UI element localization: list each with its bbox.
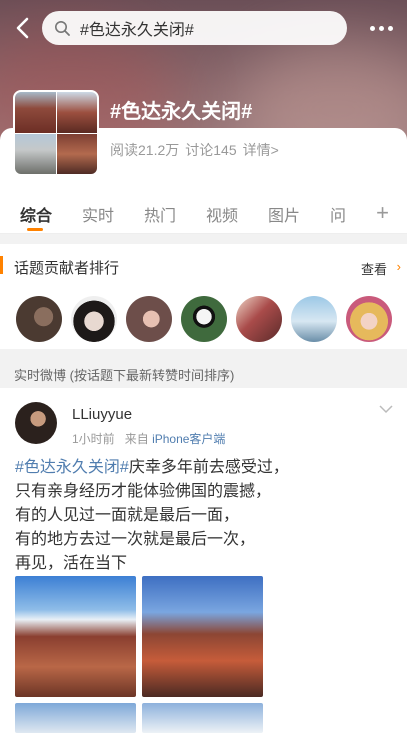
topic-stats: 阅读21.2万 讨论145 详情> (110, 140, 279, 160)
post-images (15, 576, 263, 733)
tab-realtime[interactable]: 实时 (82, 202, 114, 226)
detail-link[interactable]: 详情> (243, 140, 279, 160)
cover-tile (56, 133, 97, 174)
cover-tile (15, 92, 56, 133)
cover-tile (15, 133, 56, 174)
post-text: #色达永久关闭#庆幸多年前去感受过， 只有亲身经历才能体验佛国的震撼， 有的人见… (15, 456, 395, 576)
discussion-count: 讨论145 (185, 142, 237, 158)
post-hashtag[interactable]: #色达永久关闭# (15, 459, 129, 476)
search-text: #色达永久关闭# (80, 22, 194, 39)
cover-tile (56, 92, 97, 133)
post-line: 庆幸多年前去感受过， (128, 459, 289, 476)
post-line: 再见，活在当下 (15, 555, 128, 572)
read-count: 阅读21.2万 (110, 142, 180, 158)
search-bar[interactable]: #色达永久关闭# (42, 11, 347, 45)
topic-cover-image (13, 90, 99, 176)
post-time: 1小时前 (72, 432, 115, 446)
post-line: 有的人见过一面就是最后一面， (15, 507, 240, 524)
tab-pictures[interactable]: 图片 (268, 202, 300, 226)
contributor-avatar[interactable] (181, 296, 227, 342)
realtime-weibo-header: 实时微博 (按话题下最新转赞时间排序) (0, 357, 407, 387)
active-tab-indicator (27, 228, 43, 231)
add-tab-icon[interactable]: + (376, 200, 389, 226)
post-line: 有的地方去过一次就是最后一次， (15, 531, 256, 548)
contributor-section-title: 话题贡献者排行 (14, 260, 120, 277)
tab-questions[interactable]: 问 (330, 202, 346, 226)
tab-video[interactable]: 视频 (206, 202, 238, 226)
contributor-avatar[interactable] (346, 296, 392, 342)
contributor-avatar[interactable] (236, 296, 282, 342)
view-all-link[interactable]: 查看 (361, 259, 387, 278)
post-image[interactable] (142, 703, 263, 733)
chevron-down-icon[interactable] (379, 402, 393, 416)
contributor-avatars (16, 296, 392, 342)
post-source[interactable]: iPhone客户端 (152, 432, 225, 446)
tab-hot[interactable]: 热门 (144, 202, 176, 226)
contributor-ranking: 话题贡献者排行 查看 › (0, 244, 407, 349)
more-menu-icon[interactable] (370, 26, 393, 31)
post-from-prefix: 来自 (124, 432, 149, 446)
chevron-right-icon[interactable]: › (397, 259, 401, 274)
weibo-post: LLiuyyue 1小时前 来自 iPhone客户端 #色达永久关闭#庆幸多年前… (0, 388, 407, 733)
post-image[interactable] (15, 703, 136, 733)
contributor-avatar[interactable] (291, 296, 337, 342)
post-image[interactable] (15, 576, 136, 697)
tab-bar: 综合 实时 热门 视频 图片 问 + (0, 190, 407, 234)
contributor-avatar[interactable] (71, 296, 117, 342)
search-icon (55, 21, 70, 36)
contributor-avatar[interactable] (16, 296, 62, 342)
post-line: 只有亲身经历才能体验佛国的震撼， (15, 483, 272, 500)
post-username[interactable]: LLiuyyue (72, 406, 132, 423)
post-meta: 1小时前 来自 iPhone客户端 (72, 430, 225, 447)
back-icon[interactable] (12, 16, 36, 40)
avatar[interactable] (15, 402, 57, 444)
tab-comprehensive[interactable]: 综合 (20, 202, 52, 226)
contributor-avatar[interactable] (126, 296, 172, 342)
section-accent-bar (0, 256, 3, 274)
realtime-weibo-label: 实时微博 (按话题下最新转赞时间排序) (14, 368, 235, 383)
topic-title: #色达永久关闭# (110, 101, 253, 123)
post-image[interactable] (142, 576, 263, 697)
